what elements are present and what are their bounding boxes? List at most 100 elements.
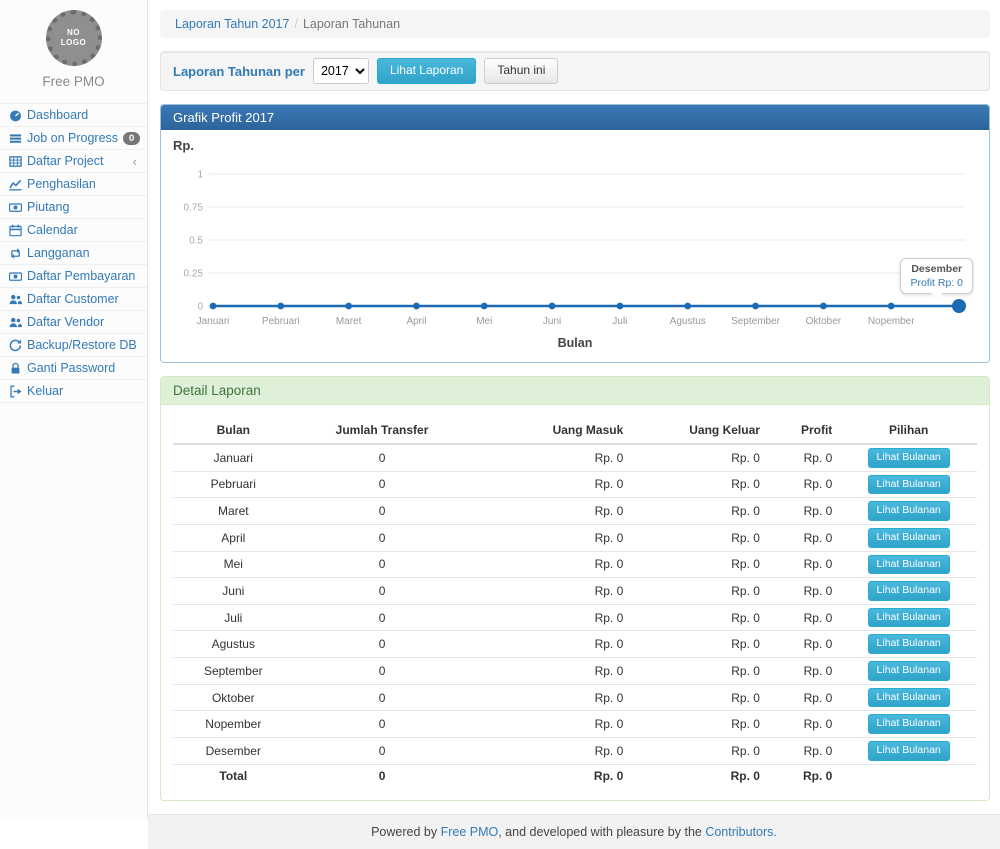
table-row: Nopember0Rp. 0Rp. 0Rp. 0Lihat Bulanan [173,711,977,738]
cell-profit: Rp. 0 [768,578,840,605]
page-footer: Powered by Free PMO, and developed with … [148,814,1000,849]
sidebar-item-backup-restore-db[interactable]: Backup/Restore DB [0,334,147,356]
lihat-bulanan-button[interactable]: Lihat Bulanan [868,581,950,601]
cell-bulan: Maret [173,498,294,525]
calendar-icon [8,223,22,237]
table-row: Oktober0Rp. 0Rp. 0Rp. 0Lihat Bulanan [173,684,977,711]
sidebar-item-ganti-password[interactable]: Ganti Password [0,357,147,379]
sidebar-item-penghasilan[interactable]: Penghasilan [0,173,147,195]
cell-bulan: Oktober [173,684,294,711]
free-pmo-link[interactable]: Free PMO [441,825,499,839]
cell-bulan: September [173,658,294,685]
cell-uang-keluar: Rp. 0 [631,551,768,578]
sidebar-item-daftar-project[interactable]: Daftar Project‹ [0,150,147,172]
count-badge: 0 [123,132,140,145]
lihat-bulanan-button[interactable]: Lihat Bulanan [868,661,950,681]
cell-profit: Rp. 0 [768,631,840,658]
profit-line-chart: 00.250.50.751JanuariPebruariMaretAprilMe… [173,156,977,336]
cell-bulan: Juni [173,578,294,605]
cell-uang-keluar: Rp. 0 [631,578,768,605]
users-icon [8,315,22,329]
table-row: Agustus0Rp. 0Rp. 0Rp. 0Lihat Bulanan [173,631,977,658]
breadcrumb-link-laporan-tahun[interactable]: Laporan Tahun 2017 [175,17,289,31]
svg-text:0: 0 [197,302,203,313]
svg-text:Pebruari: Pebruari [262,316,300,327]
tahun-ini-button[interactable]: Tahun ini [484,58,558,84]
svg-text:Mei: Mei [476,316,492,327]
svg-text:Juli: Juli [612,316,627,327]
cell-profit: Rp. 0 [768,444,840,471]
sign-out-icon [8,384,22,398]
sidebar: NO LOGO Free PMO DashboardJob on Progres… [0,0,148,819]
sidebar-item-label: Daftar Pembayaran [27,269,135,283]
cell-jumlah-transfer: 0 [294,604,471,631]
sidebar-item-calendar[interactable]: Calendar [0,219,147,241]
chart-area: Rp. 00.250.50.751JanuariPebruariMaretApr… [161,130,989,362]
cell-uang-keluar: Rp. 0 [631,658,768,685]
cell-bulan: April [173,524,294,551]
svg-text:0.5: 0.5 [189,236,203,247]
cell-uang-keluar: Rp. 0 [631,604,768,631]
y-axis-title: Rp. [173,138,977,156]
cell-uang-masuk: Rp. 0 [470,524,631,551]
chevron-left-icon: ‹ [133,155,139,168]
lihat-bulanan-button[interactable]: Lihat Bulanan [868,528,950,548]
contributors-link[interactable]: Contributors. [705,825,777,839]
sidebar-item-label: Dashboard [27,108,88,122]
cell-uang-masuk: Rp. 0 [470,444,631,471]
lihat-bulanan-button[interactable]: Lihat Bulanan [868,555,950,575]
table-row: Desember0Rp. 0Rp. 0Rp. 0Lihat Bulanan [173,738,977,765]
svg-text:Januari: Januari [197,316,230,327]
detail-laporan-panel: Detail Laporan BulanJumlah TransferUang … [160,376,990,801]
table-row: April0Rp. 0Rp. 0Rp. 0Lihat Bulanan [173,524,977,551]
cell-uang-keluar: Rp. 0 [631,524,768,551]
table-row: Mei0Rp. 0Rp. 0Rp. 0Lihat Bulanan [173,551,977,578]
lihat-laporan-button[interactable]: Lihat Laporan [377,58,476,84]
profit-chart-panel: Grafik Profit 2017 Rp. 00.250.50.751Janu… [160,104,990,363]
lihat-bulanan-button[interactable]: Lihat Bulanan [868,475,950,495]
breadcrumb-current: Laporan Tahunan [303,17,400,31]
sidebar-item-daftar-vendor[interactable]: Daftar Vendor [0,311,147,333]
cell-uang-masuk: Rp. 0 [470,711,631,738]
lihat-bulanan-button[interactable]: Lihat Bulanan [868,688,950,708]
table-row: Maret0Rp. 0Rp. 0Rp. 0Lihat Bulanan [173,498,977,525]
lihat-bulanan-button[interactable]: Lihat Bulanan [868,448,950,468]
cell-uang-masuk: Rp. 0 [470,551,631,578]
cell-profit: Rp. 0 [768,738,840,765]
cell-uang-keluar: Rp. 0 [631,444,768,471]
lihat-bulanan-button[interactable]: Lihat Bulanan [868,608,950,628]
column-header-profit: Profit [768,417,840,444]
breadcrumb-separator: / [294,17,297,31]
lihat-bulanan-button[interactable]: Lihat Bulanan [868,741,950,761]
svg-text:Juni: Juni [543,316,561,327]
table-icon [8,154,22,168]
sidebar-item-daftar-customer[interactable]: Daftar Customer [0,288,147,310]
sidebar-item-keluar[interactable]: Keluar [0,380,147,402]
lihat-bulanan-button[interactable]: Lihat Bulanan [868,634,950,654]
sidebar-item-daftar-pembayaran[interactable]: Daftar Pembayaran [0,265,147,287]
sidebar-item-langganan[interactable]: Langganan [0,242,147,264]
sidebar-item-job-on-progress[interactable]: Job on Progress0 [0,127,147,149]
cell-bulan: Juli [173,604,294,631]
cell-jumlah-transfer: 0 [294,551,471,578]
sidebar-item-dashboard[interactable]: Dashboard [0,104,147,126]
app-window: NO LOGO Free PMO DashboardJob on Progres… [0,0,1000,819]
total-label: Total [173,764,294,788]
sidebar-item-piutang[interactable]: Piutang [0,196,147,218]
svg-text:Maret: Maret [336,316,362,327]
total-profit: Rp. 0 [768,764,840,788]
year-select[interactable]: 2017 [313,58,369,84]
lihat-bulanan-button[interactable]: Lihat Bulanan [868,501,950,521]
cell-jumlah-transfer: 0 [294,498,471,525]
footer-text-prefix: Powered by [371,825,440,839]
money-icon [8,200,22,214]
lihat-bulanan-button[interactable]: Lihat Bulanan [868,714,950,734]
cell-uang-masuk: Rp. 0 [470,658,631,685]
table-total-row: Total0Rp. 0Rp. 0Rp. 0 [173,764,977,788]
sidebar-item-label: Langganan [27,246,90,260]
sidebar-nav: Dashboard Job on Progress0Daftar Project‹… [0,103,147,403]
svg-text:Agustus: Agustus [670,316,706,327]
svg-text:September: September [731,316,781,327]
retweet-icon [8,246,22,260]
tooltip-title: Desember [910,263,963,275]
